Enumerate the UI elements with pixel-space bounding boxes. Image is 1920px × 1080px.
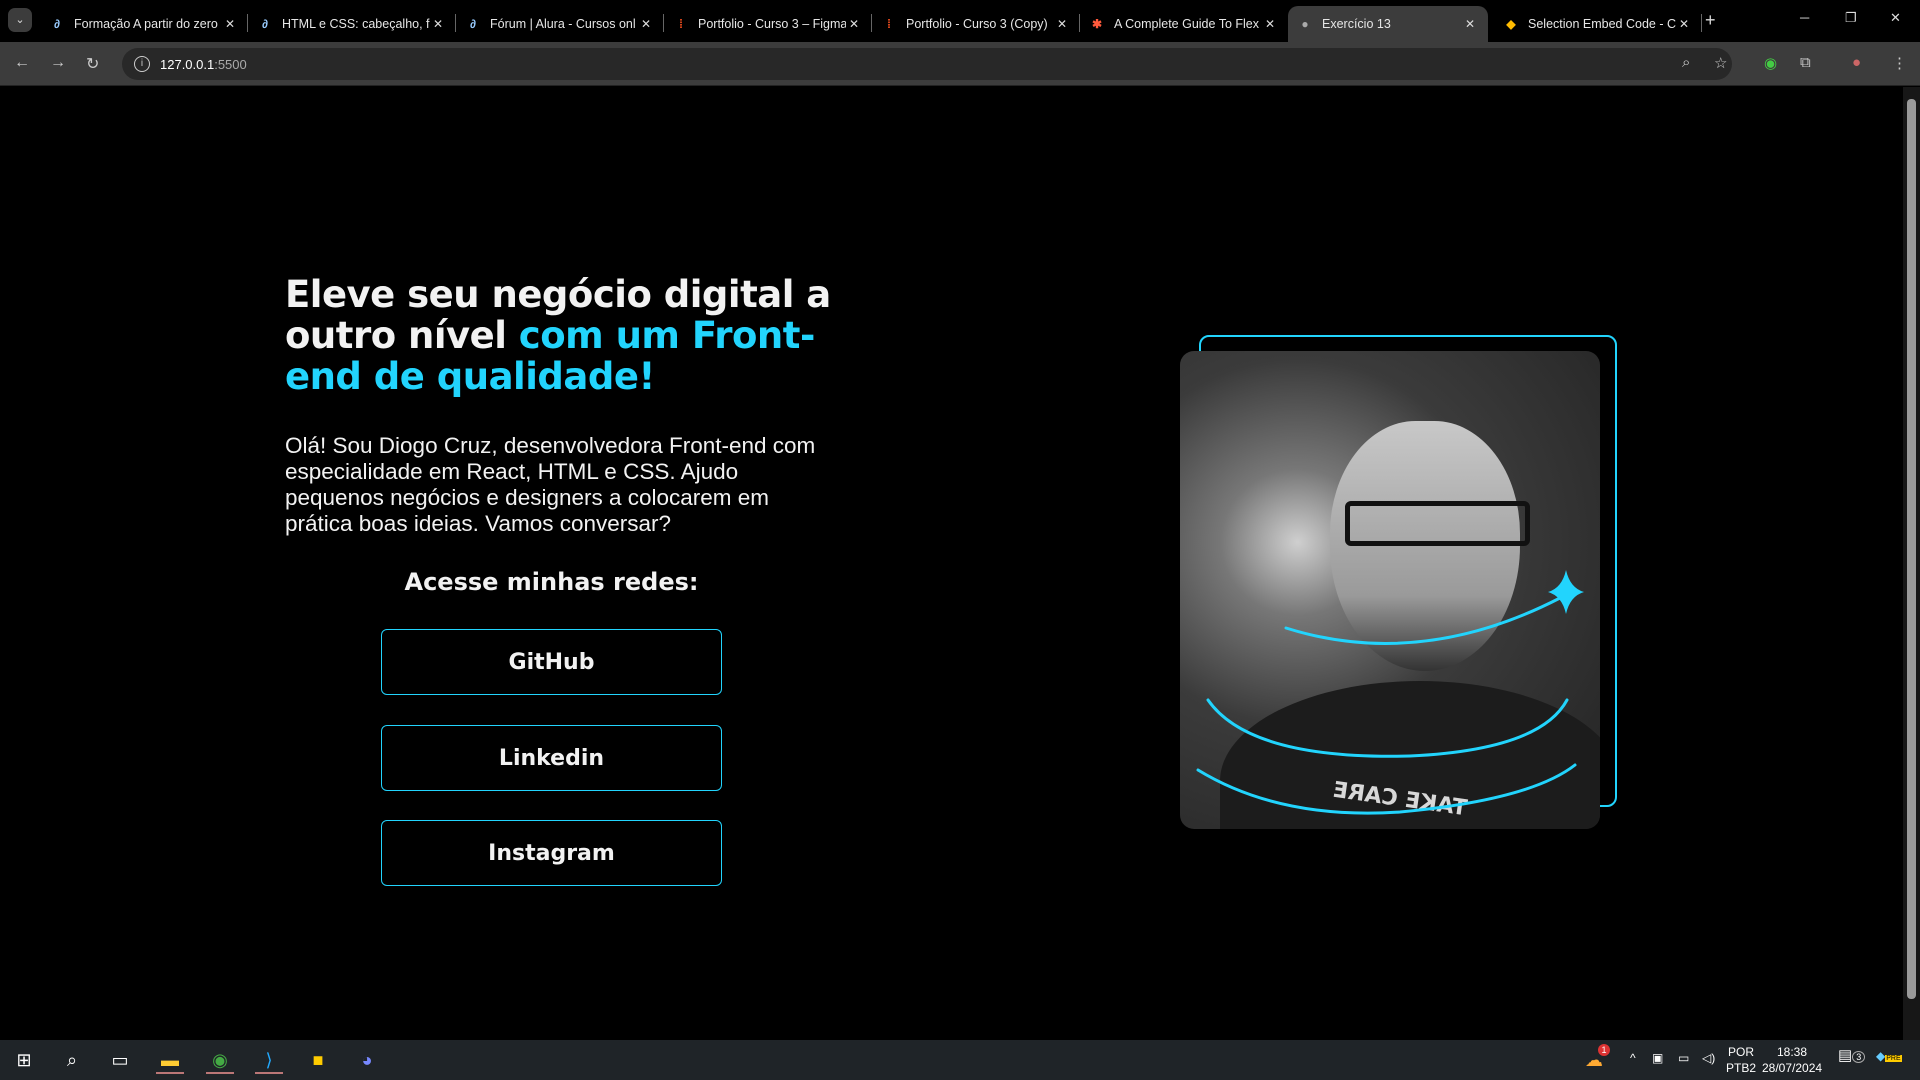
- close-icon[interactable]: ✕: [638, 17, 654, 31]
- extensions-puzzle-icon[interactable]: ⧉: [1800, 54, 1811, 71]
- social-title: Acesse minhas redes:: [404, 568, 699, 596]
- weather-icon[interactable]: ☁ 1: [1580, 1044, 1610, 1074]
- taskbar: ⊞ ⌕ ▭ ▬ ◉ ⟩ ■ ◕ ☁ 1 ^ ▣ ▭ ◁) POR PTB2 18:3…: [0, 1040, 1920, 1080]
- notifications-icon[interactable]: ▤ 3: [1838, 1048, 1866, 1065]
- tab[interactable]: ✱ A Complete Guide To Flex ✕: [1080, 6, 1288, 42]
- linkedin-button[interactable]: Linkedin: [381, 725, 722, 791]
- figma-icon: ⁞: [679, 17, 683, 31]
- github-button[interactable]: GitHub: [381, 629, 722, 695]
- decor-curve: [1196, 763, 1577, 815]
- globe-icon: ●: [1301, 17, 1309, 31]
- language-indicator[interactable]: POR PTB2: [1726, 1044, 1756, 1076]
- close-icon[interactable]: ✕: [1262, 17, 1278, 31]
- scrollbar[interactable]: [1903, 87, 1920, 1040]
- zoom-icon[interactable]: ⌕: [1682, 54, 1690, 71]
- address-bar[interactable]: i 127.0.0.1:5500: [122, 48, 1732, 80]
- alura-icon: ∂: [54, 17, 60, 31]
- close-window-button[interactable]: ✕: [1890, 10, 1901, 26]
- minimize-button[interactable]: ─: [1800, 10, 1809, 25]
- restore-button[interactable]: ❐: [1845, 10, 1857, 26]
- profile-avatar[interactable]: ●: [1852, 54, 1861, 71]
- chevron-up-icon[interactable]: ^: [1630, 1050, 1636, 1066]
- close-icon[interactable]: ✕: [1676, 17, 1692, 31]
- address-toolbar: ← → ↻ i 127.0.0.1:5500 ⌕ ☆ ◉ ⧉ ● ⋮: [0, 42, 1920, 86]
- tab[interactable]: ∂ HTML e CSS: cabeçalho, fo ✕: [248, 6, 456, 42]
- selection-icon: ◆: [1506, 17, 1516, 31]
- clock[interactable]: 18:38 28/07/2024: [1762, 1044, 1822, 1076]
- close-icon[interactable]: ✕: [222, 17, 238, 31]
- tab-search-button[interactable]: ⌄: [8, 8, 32, 32]
- hero-heading: Eleve seu negócio digital a outro nível …: [285, 273, 831, 398]
- site-info-icon[interactable]: i: [134, 56, 150, 72]
- decor-curve: [1284, 596, 1562, 645]
- volume-icon[interactable]: ◁): [1702, 1050, 1715, 1066]
- tab[interactable]: ∂ Fórum | Alura - Cursos onl ✕: [456, 6, 664, 42]
- tab[interactable]: ⁞ Portfolio - Curso 3 – Figma ✕: [664, 6, 872, 42]
- sticky-notes-icon[interactable]: ■: [304, 1046, 332, 1074]
- tab-strip: ⌄ ∂ Formação A partir do zero ✕ ∂ HTML e CS…: [0, 0, 1920, 42]
- tab[interactable]: ∂ Formação A partir do zero ✕: [40, 6, 248, 42]
- forward-icon[interactable]: →: [50, 54, 66, 72]
- new-tab-button[interactable]: +: [1705, 10, 1716, 31]
- sparkle-icon: [1548, 570, 1584, 614]
- decor-curve: [1206, 698, 1569, 758]
- photo-decoration: [1196, 570, 1584, 815]
- discord-icon[interactable]: ◕: [353, 1046, 381, 1074]
- css-tricks-icon: ✱: [1091, 17, 1103, 31]
- file-explorer-icon[interactable]: ▬: [156, 1046, 184, 1074]
- search-icon[interactable]: ⌕: [58, 1046, 86, 1074]
- task-view-icon[interactable]: ▭: [106, 1046, 134, 1074]
- figma-icon: ⁞: [887, 17, 891, 31]
- tab[interactable]: ⁞ Portfolio - Curso 3 (Copy) ✕: [872, 6, 1080, 42]
- close-icon[interactable]: ✕: [430, 17, 446, 31]
- intro-paragraph: Olá! Sou Diogo Cruz, desenvolvedora Fron…: [285, 433, 816, 536]
- network-icon[interactable]: ▭: [1678, 1050, 1689, 1066]
- close-icon[interactable]: ✕: [1054, 17, 1070, 31]
- windows-start-icon[interactable]: ⊞: [10, 1046, 38, 1074]
- reload-icon[interactable]: ↻: [86, 54, 99, 74]
- instagram-button[interactable]: Instagram: [381, 820, 722, 886]
- bookmark-star-icon[interactable]: ☆: [1714, 54, 1727, 72]
- tab-active[interactable]: ● Exercício 13 ✕: [1288, 6, 1488, 42]
- chrome-icon[interactable]: ◉: [206, 1046, 234, 1074]
- alura-icon: ∂: [470, 17, 476, 31]
- extension-icon[interactable]: ◉: [1764, 54, 1777, 72]
- copilot-icon[interactable]: ◆PRE: [1876, 1048, 1902, 1067]
- vscode-icon[interactable]: ⟩: [255, 1046, 283, 1074]
- close-icon[interactable]: ✕: [1462, 17, 1478, 31]
- back-icon[interactable]: ←: [14, 54, 30, 72]
- alura-icon: ∂: [262, 17, 268, 31]
- camera-icon[interactable]: ▣: [1652, 1050, 1663, 1066]
- close-icon[interactable]: ✕: [846, 17, 862, 31]
- scrollbar-thumb[interactable]: [1907, 99, 1916, 999]
- menu-icon[interactable]: ⋮: [1892, 54, 1907, 72]
- tab[interactable]: ◆ Selection Embed Code - C ✕: [1494, 6, 1702, 42]
